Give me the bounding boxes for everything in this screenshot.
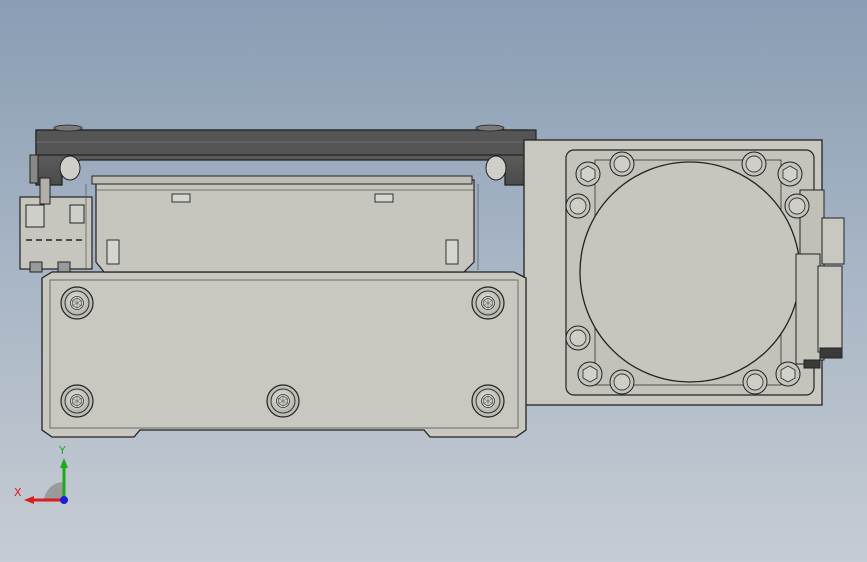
axis-triad: Y X <box>14 444 68 504</box>
cad-viewport[interactable]: Y X <box>0 0 867 562</box>
y-axis-label: Y <box>58 444 66 457</box>
x-axis-label: X <box>14 486 22 499</box>
sensor-bracket <box>19 177 93 273</box>
model-drawing <box>19 124 845 438</box>
z-axis-dot <box>60 496 68 504</box>
triad-plane <box>44 481 64 500</box>
